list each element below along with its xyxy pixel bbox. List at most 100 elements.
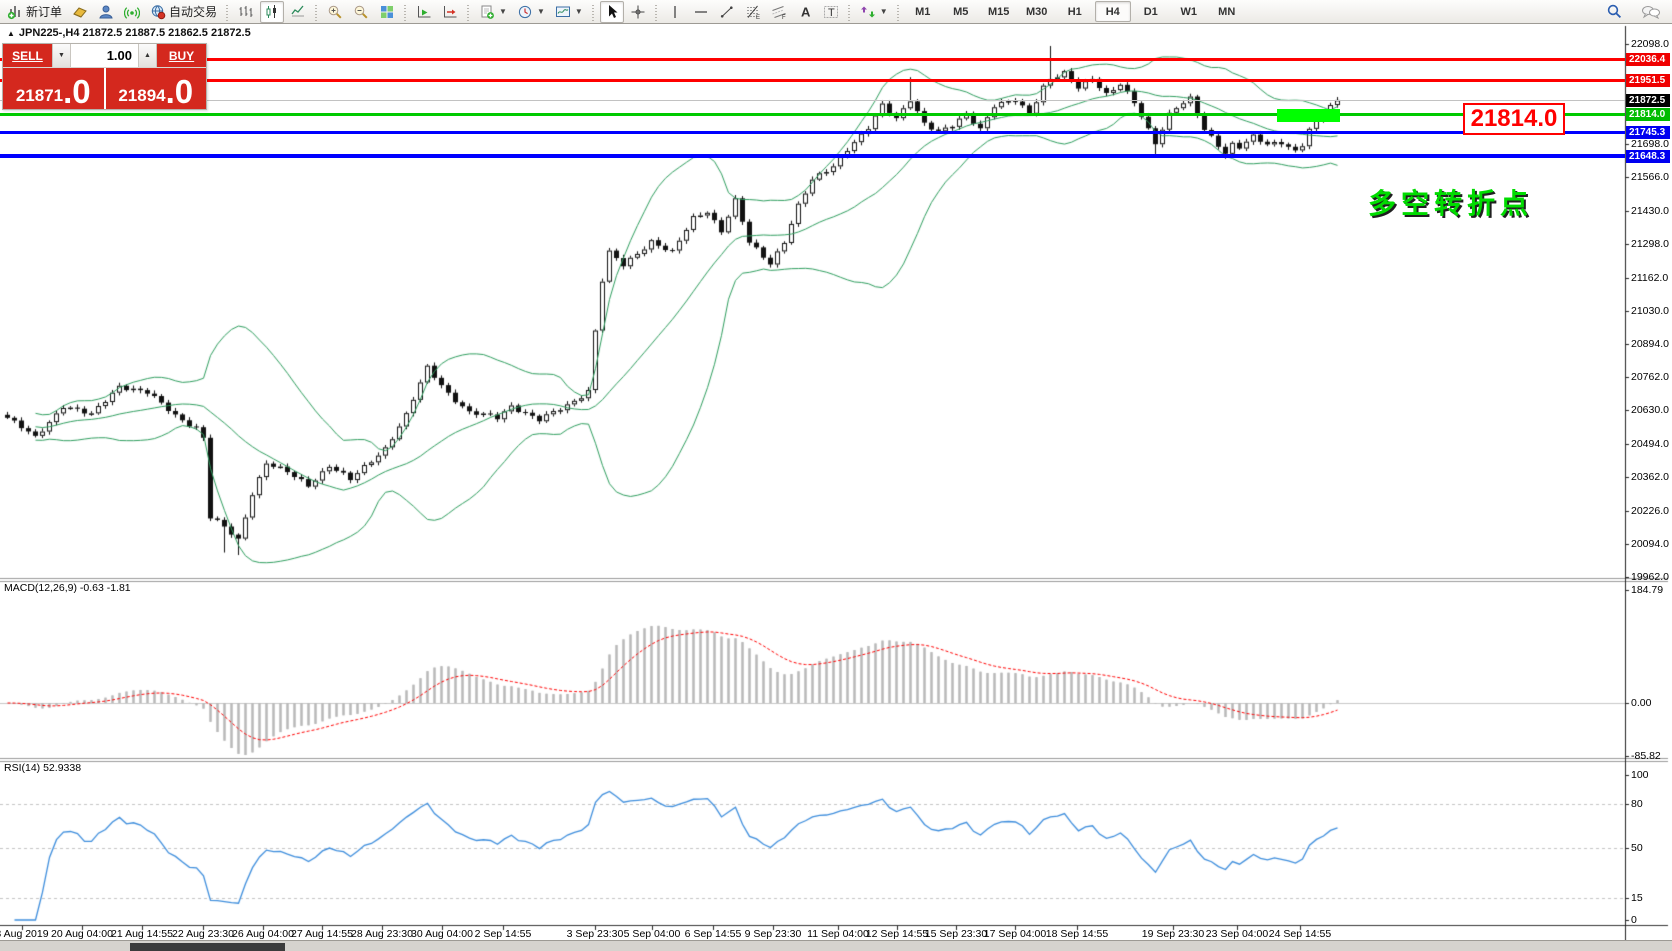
time-axis-label: 26 Aug 04:00 [232,928,294,940]
timeframe-d1[interactable]: D1 [1133,1,1169,22]
price-tick-label: 21030.0 [1631,305,1669,317]
toolbar-separator [224,3,231,21]
auto-trading-button-label: 自动交易 [169,3,217,20]
vertical-line-button[interactable] [663,1,687,23]
buy-price-button[interactable]: 21894.0 [106,68,207,109]
label-button[interactable]: T [819,1,843,23]
timeframe-m5[interactable]: M5 [943,1,979,22]
fibonacci-button[interactable]: E [741,1,765,23]
horizontal-line-button[interactable] [689,1,713,23]
text-button[interactable]: A [793,1,817,23]
timeframe-mn[interactable]: MN [1209,1,1245,22]
toolbar-separator [313,3,320,21]
timeframe-m15[interactable]: M15 [981,1,1017,22]
resistance-line-lower[interactable] [0,79,1625,82]
chevron-down-icon[interactable]: ▼ [575,7,583,16]
arrows-button[interactable]: ▼ [856,1,892,23]
time-axis-label: 6 Sep 14:55 [685,928,742,940]
search-button[interactable] [1601,1,1627,23]
zoom-in-button[interactable] [323,1,347,23]
pivot-price-callout[interactable]: 21814.0 [1463,103,1565,135]
bars-chart-button[interactable] [234,1,258,23]
community-button[interactable] [94,1,118,23]
timeframe-m1[interactable]: M1 [905,1,941,22]
volume-increase-button[interactable]: ▲ [138,44,157,67]
macd-label: MACD(12,26,9) -0.63 -1.81 [4,582,131,594]
auto-scroll-icon [416,4,432,20]
channels-button[interactable]: F [767,1,791,23]
text-a-icon: A [797,4,813,20]
chevron-down-icon[interactable]: ▼ [880,7,888,16]
price-tick-label: 20894.0 [1631,338,1669,350]
chat-icon [1641,4,1661,20]
price-tick-label: 21298.0 [1631,238,1669,250]
chart-title: ▲JPN225-,H4 21872.5 21887.5 21862.5 2187… [7,27,251,39]
line-chart-button[interactable] [286,1,310,23]
rsi-tick-label: 15 [1631,892,1643,904]
chart-shift-icon [442,4,458,20]
zoom-out-button[interactable] [349,1,373,23]
pivot-annotation-text[interactable]: 多空转折点 [1368,182,1533,222]
zoom-out-icon [353,4,369,20]
price-badge-21814.0: 21814.0 [1626,108,1670,121]
window-collapse-icon[interactable]: ▲ [7,29,15,38]
timeframe-w1[interactable]: W1 [1171,1,1207,22]
trendline-button[interactable] [715,1,739,23]
new-order-icon [7,4,23,20]
status-bar [0,940,1672,951]
timeframe-h4[interactable]: H4 [1095,1,1131,22]
volume-input[interactable] [71,44,138,67]
sell-price-button[interactable]: 21871.0 [3,68,104,109]
auto-scroll-button[interactable] [412,1,436,23]
community-icon [98,4,114,20]
svg-text:T: T [828,7,835,19]
support-line-upper[interactable] [0,131,1625,134]
templates-button[interactable]: ▼ [551,1,587,23]
support-line-lower[interactable] [0,154,1625,158]
time-axis-label: 27 Aug 14:55 [291,928,353,940]
channel-icon: F [771,4,787,20]
svg-text:F: F [782,15,786,20]
toolbar-separator [895,3,902,21]
new-order-button-label: 新订单 [26,3,62,20]
price-tick-label: 20226.0 [1631,505,1669,517]
pivot-level-line[interactable] [0,113,1625,116]
chevron-down-icon[interactable]: ▼ [537,7,545,16]
bid-price-line[interactable] [0,100,1625,101]
svg-text:E: E [756,15,760,20]
resistance-line-upper[interactable] [0,58,1625,61]
price-badge-21648.3: 21648.3 [1626,150,1670,163]
timeframe-h1[interactable]: H1 [1057,1,1093,22]
sell-button[interactable]: SELL [3,44,52,67]
rsi-tick-label: 100 [1631,769,1649,781]
sell-price-decimal: .0 [63,78,91,106]
vline-icon [667,4,683,20]
chevron-down-icon[interactable]: ▼ [499,7,507,16]
new-chart-button[interactable]: ▼ [475,1,511,23]
time-axis-label: 24 Sep 14:55 [1269,928,1331,940]
tile-windows-button[interactable] [375,1,399,23]
time-axis-label: 18 Sep 14:55 [1046,928,1108,940]
auto-trading-button[interactable]: 自动交易 [146,1,221,23]
signals-button[interactable] [120,1,144,23]
chat-button[interactable] [1637,1,1665,23]
new-order-button[interactable]: 新订单 [3,1,66,23]
volume-decrease-button[interactable]: ▼ [52,44,71,67]
cursor-button[interactable] [600,1,624,23]
time-axis-label: 23 Sep 04:00 [1206,928,1268,940]
timeframe-m30[interactable]: M30 [1019,1,1055,22]
pivot-highlight-bar[interactable] [1277,109,1340,122]
candles-chart-button[interactable] [260,1,284,23]
crosshair-button[interactable] [626,1,650,23]
buy-button[interactable]: BUY [157,44,206,67]
price-badge-21745.3: 21745.3 [1626,126,1670,139]
mailbox-button[interactable] [68,1,92,23]
price-badge-22036.4: 22036.4 [1626,53,1670,66]
periods-button[interactable]: ▼ [513,1,549,23]
line-icon [290,4,306,20]
chart-canvas[interactable] [0,0,1672,951]
signals-icon [124,4,140,20]
price-badge-21951.5: 21951.5 [1626,74,1670,87]
chart-shift-button[interactable] [438,1,462,23]
time-axis-label: 12 Sep 14:55 [866,928,928,940]
